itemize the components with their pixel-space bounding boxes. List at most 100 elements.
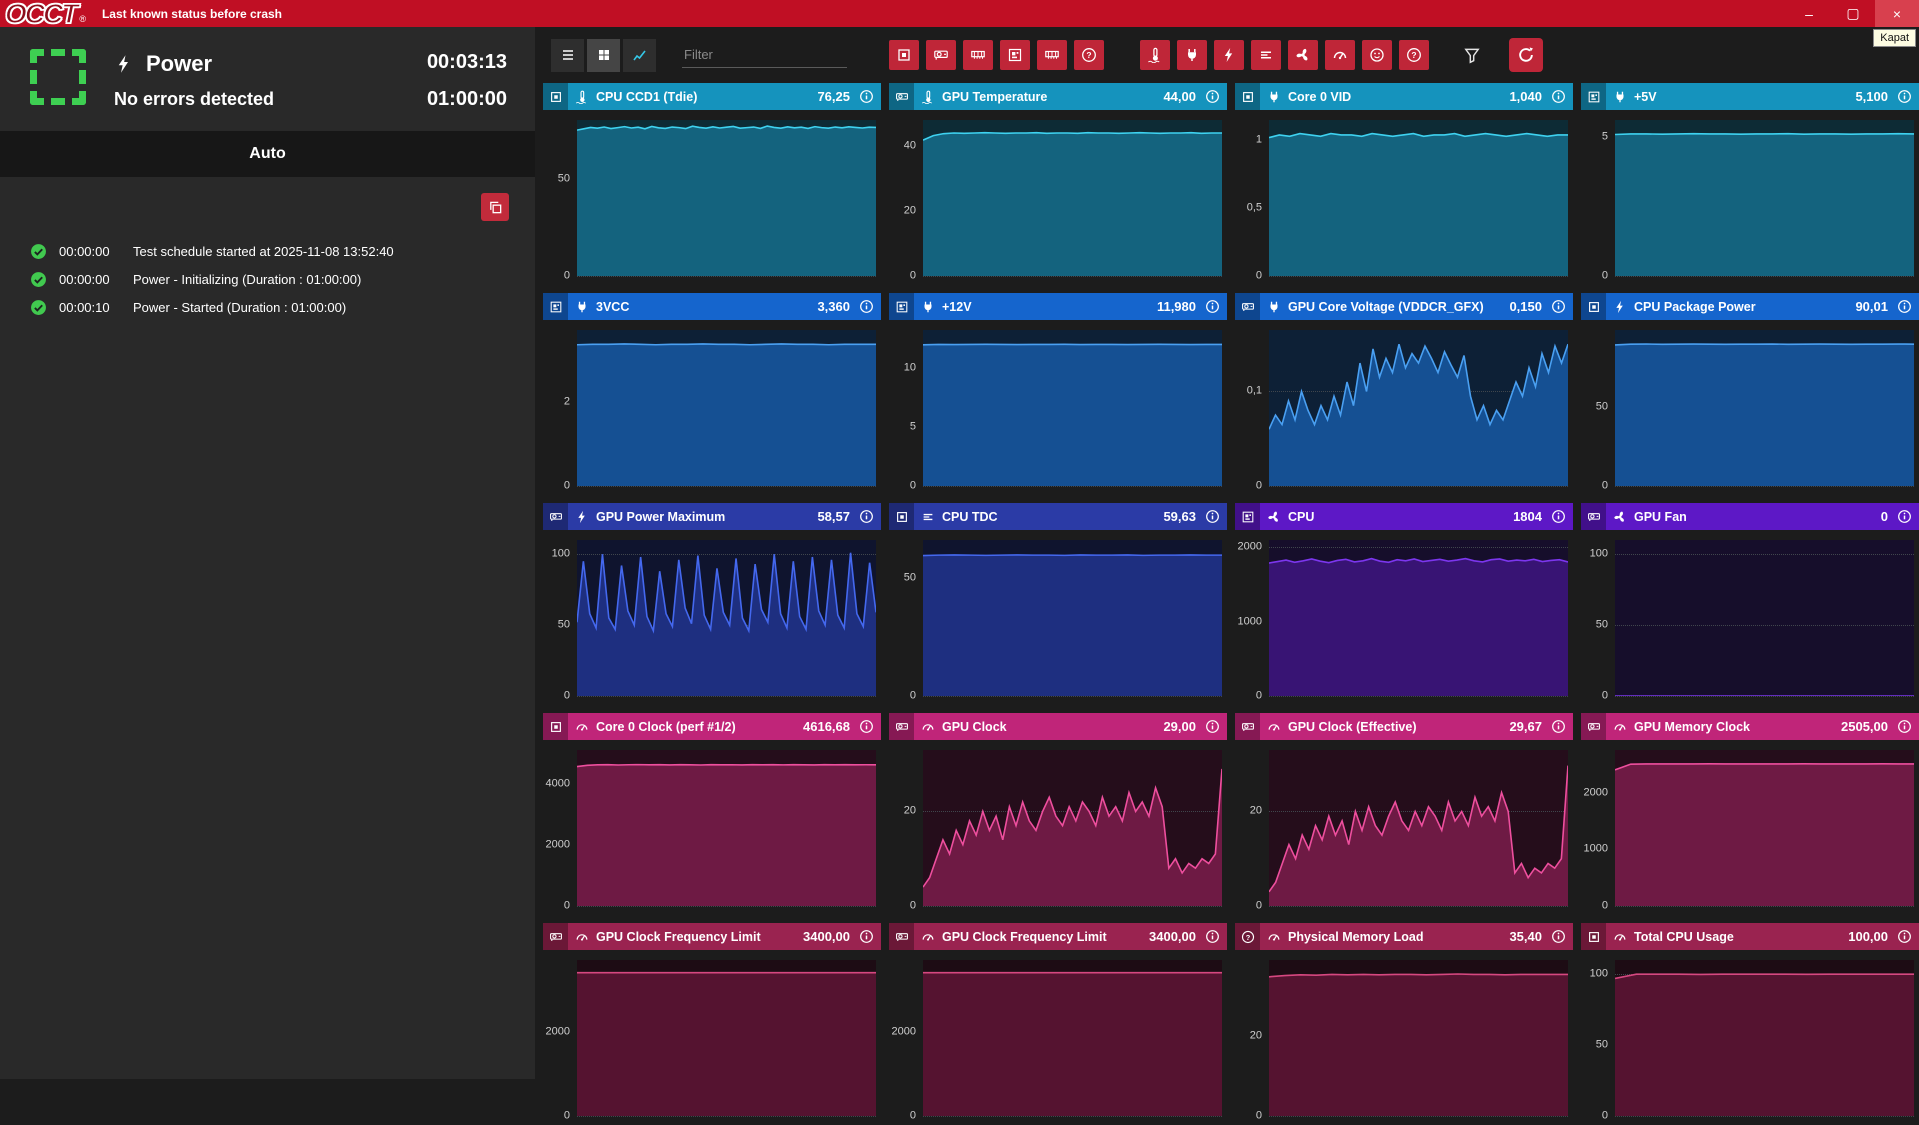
y-axis-labels: 200010000 — [1235, 540, 1269, 696]
chart-current-value: 11,980 — [1157, 299, 1196, 314]
chart-header: GPU Core Voltage (VDDCR_GFX) 0,150 — [1235, 293, 1573, 320]
info-icon[interactable] — [1897, 89, 1912, 104]
check-circle-icon — [30, 243, 47, 260]
gpu-source-icon — [1235, 713, 1260, 740]
y-tick-label: 50 — [1596, 620, 1608, 631]
chart-current-value: 0,150 — [1509, 299, 1542, 314]
type-filter-load-button[interactable] — [1362, 40, 1392, 70]
sensor-chart-card: Total CPU Usage 100,00 100500 — [1581, 923, 1919, 1125]
power-bolt-icon — [114, 51, 134, 77]
info-icon[interactable] — [859, 299, 874, 314]
type-filter-voltage-button[interactable] — [1177, 40, 1207, 70]
temperature-icon — [921, 90, 935, 104]
funnel-filter-button[interactable] — [1459, 42, 1485, 68]
maximize-button[interactable]: ▢ — [1831, 0, 1875, 27]
sidebar: Power No errors detected 00:03:13 01:00:… — [0, 27, 535, 1079]
y-axis-labels: 100500 — [543, 540, 577, 696]
grid-view-button[interactable] — [587, 39, 620, 72]
chart-title: 3VCC — [596, 300, 809, 314]
info-icon[interactable] — [1897, 929, 1912, 944]
gpu-source-icon — [1581, 713, 1606, 740]
info-icon[interactable] — [1205, 89, 1220, 104]
source-filter-unknown-button[interactable] — [1074, 40, 1104, 70]
type-filter-current-button[interactable] — [1251, 40, 1281, 70]
chart-current-value: 1,040 — [1509, 89, 1542, 104]
type-filter-temperature-button[interactable] — [1140, 40, 1170, 70]
chart-header: CPU 1804 — [1235, 503, 1573, 530]
info-icon[interactable] — [1205, 509, 1220, 524]
current-icon — [921, 510, 935, 524]
temperature-icon — [575, 90, 589, 104]
info-icon[interactable] — [1551, 89, 1566, 104]
minimize-button[interactable]: – — [1787, 0, 1831, 27]
gpu-source-icon — [1581, 503, 1606, 530]
cpu-source-icon — [1581, 293, 1606, 320]
chart-plot — [577, 120, 876, 276]
frequency-icon — [921, 720, 935, 734]
info-icon[interactable] — [1551, 299, 1566, 314]
mode-selector[interactable]: Auto — [0, 131, 535, 177]
chart-view-button[interactable] — [623, 39, 656, 72]
chart-current-value: 44,00 — [1163, 89, 1196, 104]
type-filter-frequency-button[interactable] — [1325, 40, 1355, 70]
sensor-chart-card: CPU Package Power 90,01 500 — [1581, 293, 1919, 495]
info-icon[interactable] — [1897, 719, 1912, 734]
fan-icon — [1613, 510, 1627, 524]
chart-header: Core 0 VID 1,040 — [1235, 83, 1573, 110]
close-button[interactable]: × — [1875, 0, 1919, 27]
monitoring-toolbar — [535, 27, 1919, 83]
sensor-chart-card: CPU TDC 59,63 500 — [889, 503, 1227, 705]
reset-graphs-button[interactable] — [1509, 38, 1543, 72]
log-message: Power - Started (Duration : 01:00:00) — [133, 300, 346, 315]
y-axis-labels: 10,50 — [1235, 120, 1269, 276]
type-filter-fan-button[interactable] — [1288, 40, 1318, 70]
y-axis-labels: 200 — [889, 750, 923, 906]
chart-current-value: 2505,00 — [1841, 719, 1888, 734]
info-icon[interactable] — [1205, 719, 1220, 734]
sensor-chart-card: GPU Clock Frequency Limit 3400,00 20000 — [543, 923, 881, 1125]
chart-plot — [1269, 960, 1568, 1116]
info-icon[interactable] — [1897, 299, 1912, 314]
source-filter-cpu-button[interactable] — [889, 40, 919, 70]
source-filter-mainboard-button[interactable] — [1000, 40, 1030, 70]
source-filter-memory-button[interactable] — [963, 40, 993, 70]
chart-plot — [1615, 750, 1914, 906]
log-message: Test schedule started at 2025-11-08 13:5… — [133, 244, 394, 259]
chart-current-value: 29,67 — [1509, 719, 1542, 734]
info-icon[interactable] — [859, 89, 874, 104]
info-icon[interactable] — [859, 929, 874, 944]
voltage-icon — [575, 300, 589, 314]
source-filter-dimm-button[interactable] — [1037, 40, 1067, 70]
info-icon[interactable] — [859, 719, 874, 734]
chart-title: GPU Clock — [942, 720, 1155, 734]
log-entry: 00:00:00 Power - Initializing (Duration … — [30, 265, 535, 293]
info-icon[interactable] — [1205, 299, 1220, 314]
chart-header: 3VCC 3,360 — [543, 293, 881, 320]
info-icon[interactable] — [859, 509, 874, 524]
info-icon[interactable] — [1205, 929, 1220, 944]
source-filter-gpu-button[interactable] — [926, 40, 956, 70]
mainboard-source-icon — [889, 293, 914, 320]
type-filter-unknown-button[interactable] — [1399, 40, 1429, 70]
filter-input[interactable] — [682, 42, 847, 68]
info-icon[interactable] — [1551, 509, 1566, 524]
sensor-chart-card: 3VCC 3,360 20 — [543, 293, 881, 495]
chart-title: +12V — [942, 300, 1149, 314]
power-icon — [575, 510, 589, 524]
window-controls: – ▢ × — [1787, 0, 1919, 27]
copy-log-button[interactable] — [481, 193, 509, 221]
chart-plot — [577, 960, 876, 1116]
list-view-button[interactable] — [551, 39, 584, 72]
sensor-chart-grid: CPU CCD1 (Tdie) 76,25 500 GPU Temperatur… — [543, 83, 1919, 1125]
info-icon[interactable] — [1551, 929, 1566, 944]
info-icon[interactable] — [1551, 719, 1566, 734]
info-icon[interactable] — [1897, 509, 1912, 524]
chart-current-value: 0 — [1881, 509, 1888, 524]
y-tick-label: 50 — [558, 620, 570, 631]
log-time: 00:00:00 — [59, 244, 121, 259]
frequency-icon — [921, 930, 935, 944]
log-time: 00:00:00 — [59, 272, 121, 287]
cpu-source-icon — [1581, 923, 1606, 950]
log-message: Power - Initializing (Duration : 01:00:0… — [133, 272, 361, 287]
type-filter-power-button[interactable] — [1214, 40, 1244, 70]
